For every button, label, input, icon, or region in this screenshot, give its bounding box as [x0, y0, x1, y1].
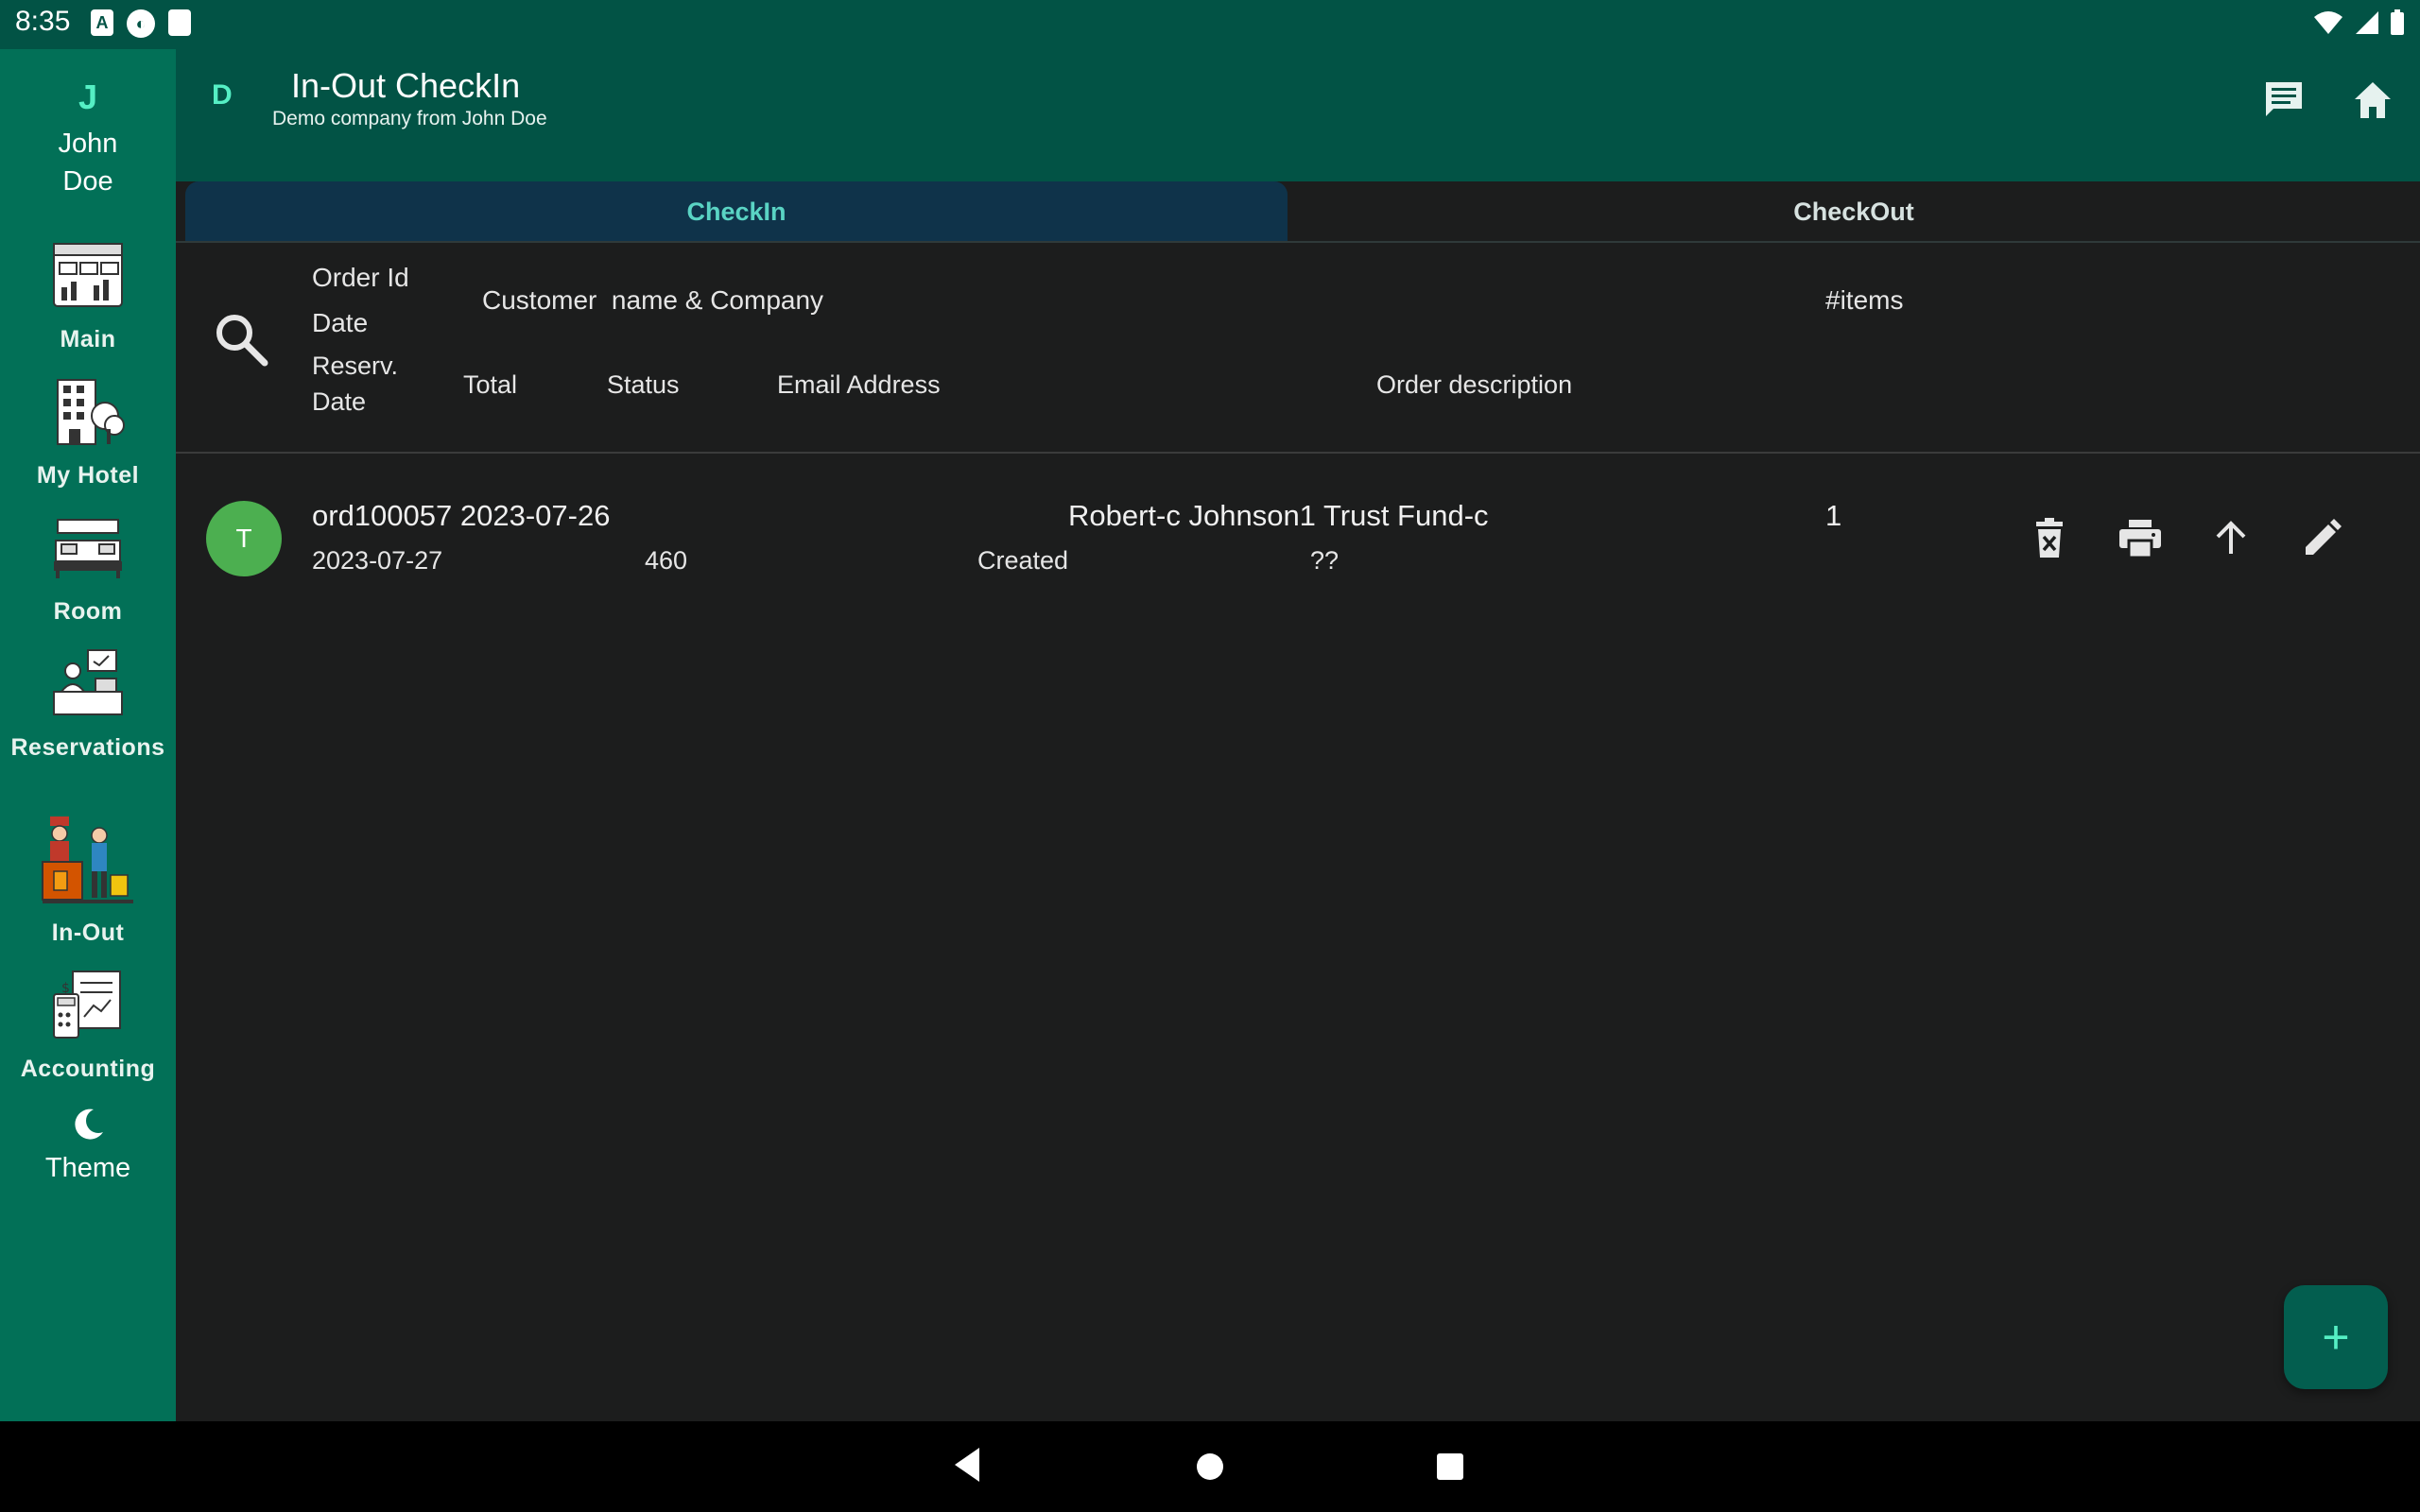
hotel-building-icon [57, 379, 125, 445]
theme-label: Theme [44, 1153, 131, 1183]
upload-button[interactable] [2204, 512, 2257, 565]
status-system-icons [2312, 9, 2405, 36]
tab-checkin[interactable]: CheckIn [185, 181, 1288, 242]
home-button[interactable] [2346, 74, 2399, 127]
home-icon [2355, 82, 2391, 118]
rail-item-main[interactable]: Main [0, 238, 176, 353]
tab-bar: CheckIn CheckOut [185, 181, 2420, 242]
header-divider [176, 452, 2420, 454]
sd-card-icon [168, 9, 191, 36]
header-customer: Customer name & Company [482, 285, 824, 315]
back-icon[interactable] [951, 1446, 983, 1484]
accounting-calculator-icon: $ [53, 971, 121, 1039]
rail-item-label: My Hotel [36, 462, 140, 489]
header-status: Status [607, 370, 680, 399]
rail-item-label: Room [53, 598, 123, 625]
header-reserv-date: Date [312, 387, 367, 416]
header-total: Total [463, 370, 518, 399]
user-name-line2: Doe [62, 166, 113, 197]
chat-button[interactable] [2257, 74, 2310, 127]
row-reserv-date: 2023-07-27 [312, 546, 443, 575]
app-bar: D In-Out CheckIn Demo company from John … [176, 49, 2420, 181]
hotel-room-bed-icon [54, 519, 122, 578]
status-bar: 8:35 A ◐ [0, 0, 2420, 49]
chat-icon [2266, 82, 2302, 116]
svg-text:$: $ [61, 981, 70, 996]
rail-item-label: Accounting [20, 1056, 156, 1082]
theme-toggle[interactable]: Theme [0, 1106, 176, 1184]
status-notification-icons: A ◐ [91, 9, 191, 38]
rail-item-room[interactable]: Room [0, 510, 176, 626]
checkin-porter-icon [42, 816, 133, 903]
header-order-id: Order Id [312, 263, 409, 292]
header-reserv: Reserv. [312, 352, 399, 380]
row-order-date: ord100057 2023-07-26 [312, 499, 611, 532]
wifi-icon [2314, 11, 2342, 34]
rail-item-accounting[interactable]: $ Accounting [0, 968, 176, 1083]
rail-item-my-hotel[interactable]: My Hotel [0, 374, 176, 490]
row-customer: Robert-c Johnson1 Trust Fund-c [1068, 499, 1489, 532]
row-status: Created [977, 546, 1069, 575]
company-avatar[interactable]: D [212, 79, 233, 112]
row-email: ?? [1310, 546, 1340, 575]
user-name-line1: John [58, 129, 118, 159]
page-title: In-Out CheckIn [291, 66, 521, 105]
header-description: Order description [1376, 370, 1573, 399]
row-items: 1 [1825, 499, 1842, 532]
arrow-up-icon [2216, 521, 2246, 554]
table-row[interactable]: T ord100057 2023-07-26 Robert-c Johnson1… [176, 472, 2420, 605]
header-email: Email Address [777, 370, 941, 399]
rail-item-label: Main [60, 326, 116, 352]
page-subtitle: Demo company from John Doe [272, 108, 547, 129]
search-button[interactable] [212, 310, 268, 367]
status-time: 8:35 [15, 6, 71, 37]
notification-a-icon: A [91, 9, 113, 36]
add-button[interactable]: + [2284, 1285, 2388, 1389]
plus-icon: + [2322, 1311, 2350, 1364]
rail-item-label: Reservations [10, 734, 165, 761]
battery-icon [2391, 9, 2404, 35]
signal-icon [2356, 11, 2378, 34]
tab-checkout[interactable]: CheckOut [1288, 181, 2420, 242]
navigation-rail: J John Doe Main My Hotel Room Reservatio… [0, 49, 176, 1421]
row-total: 460 [645, 546, 688, 575]
user-profile[interactable]: J John Doe [0, 77, 176, 200]
system-navigation-bar [0, 1421, 2420, 1512]
reception-desk-icon [53, 649, 123, 715]
table-header: Order Id Date Customer name & Company #i… [176, 244, 2420, 452]
edit-button[interactable] [2295, 512, 2348, 565]
tab-divider [176, 241, 2420, 243]
header-items: #items [1825, 285, 1904, 315]
rail-item-label: In-Out [51, 919, 125, 946]
home-circle-icon[interactable] [1195, 1452, 1225, 1482]
delete-button[interactable] [2023, 512, 2076, 565]
rail-item-reservations[interactable]: Reservations [0, 646, 176, 762]
edit-pencil-icon [2306, 519, 2342, 555]
delete-icon [2036, 518, 2063, 558]
rail-item-in-out[interactable]: In-Out [0, 813, 176, 947]
row-avatar: T [206, 501, 282, 576]
notification-app-icon: ◐ [127, 9, 155, 38]
print-button[interactable] [2114, 512, 2167, 565]
moon-icon [75, 1108, 103, 1140]
recents-icon[interactable] [1435, 1452, 1465, 1482]
dashboard-icon [53, 243, 123, 307]
print-icon [2119, 520, 2161, 558]
search-icon [216, 315, 268, 367]
user-initial: J [78, 77, 98, 116]
header-date: Date [312, 308, 369, 337]
